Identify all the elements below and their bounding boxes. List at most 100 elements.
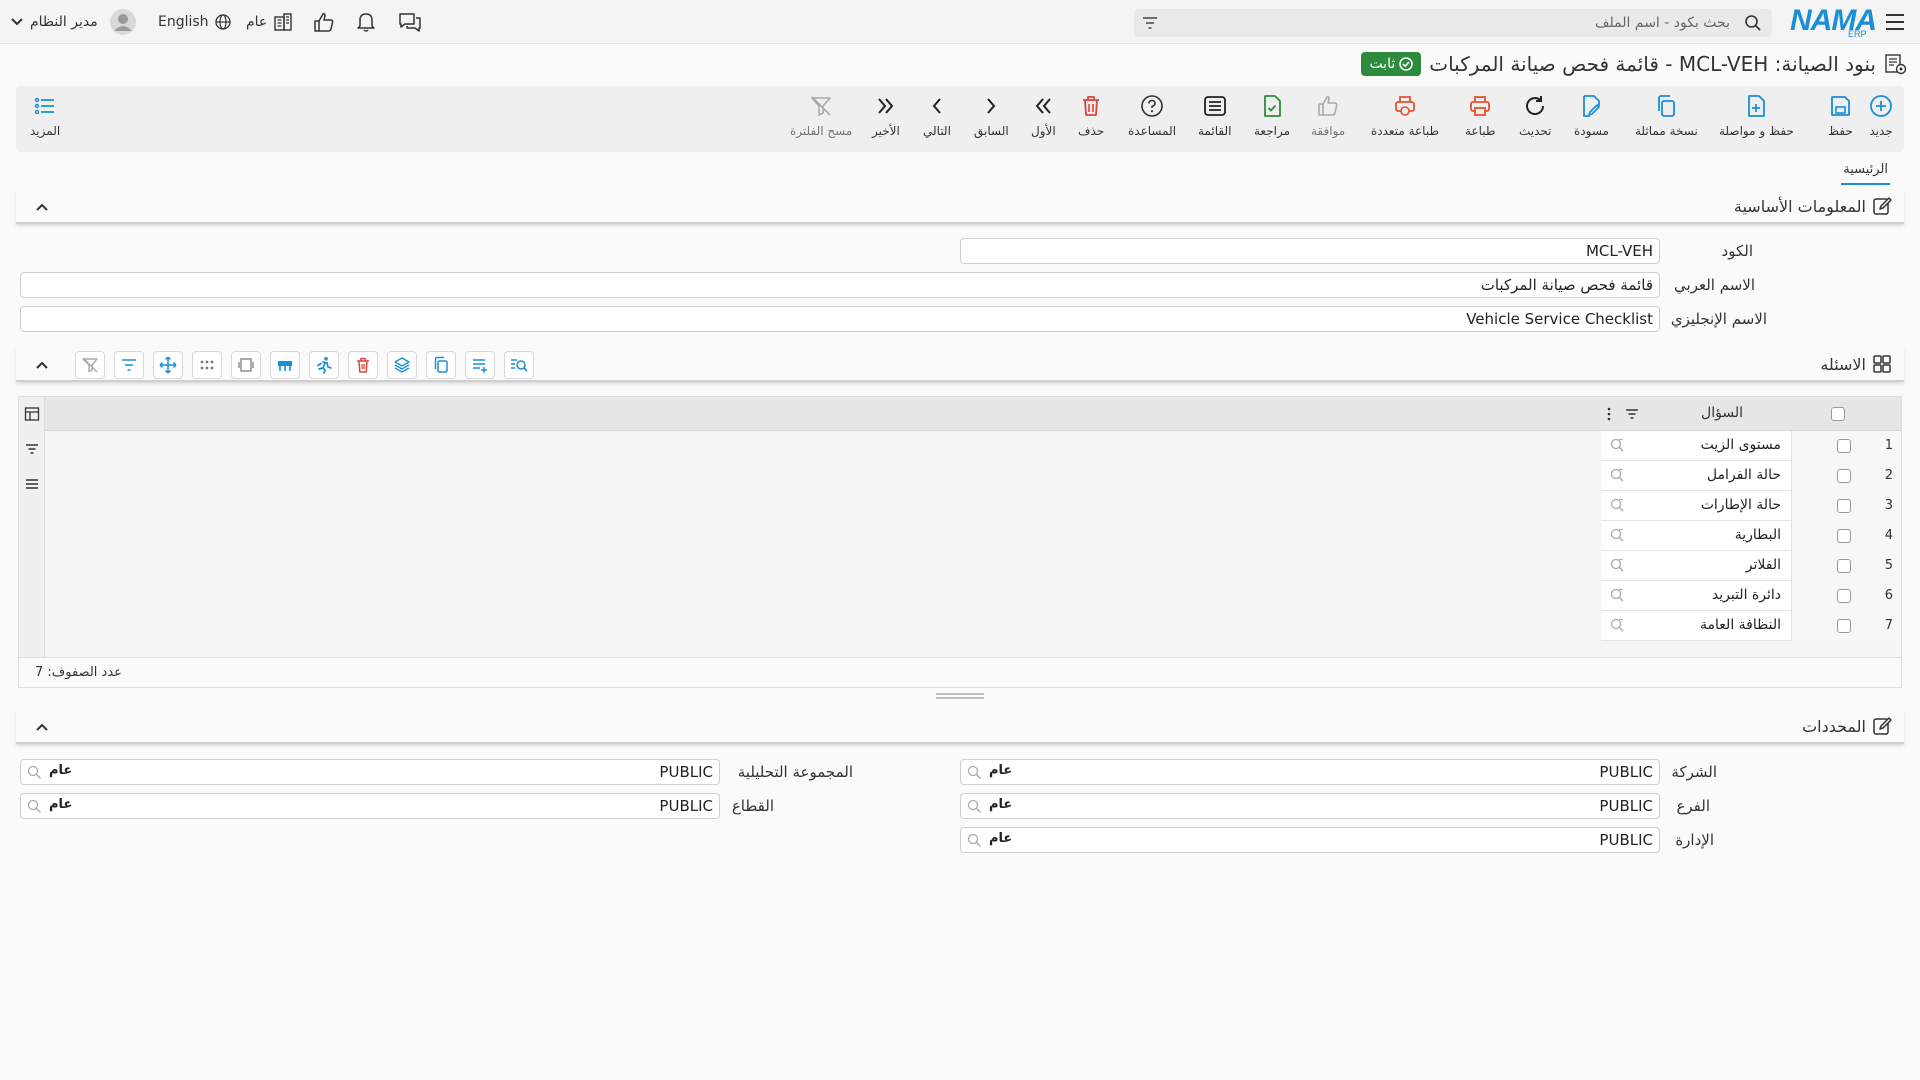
chevron-up-icon[interactable] xyxy=(34,199,50,215)
sector-tag: عام xyxy=(49,797,73,812)
row-checkbox[interactable] xyxy=(1837,589,1851,603)
filter-icon[interactable] xyxy=(24,441,40,457)
search-icon[interactable] xyxy=(1609,497,1625,513)
messages-button[interactable] xyxy=(398,0,422,44)
analysis-group-field[interactable]: عام PUBLIC xyxy=(20,759,720,785)
question-cell[interactable]: البطارية xyxy=(1735,527,1781,543)
search-icon[interactable] xyxy=(967,833,982,848)
duplicate-button[interactable]: نسخة مماثلة xyxy=(1635,94,1698,146)
language-switch[interactable]: English xyxy=(158,0,231,44)
table-row[interactable]: 1 مستوى الزيت xyxy=(1601,431,1901,461)
grid-run-button[interactable] xyxy=(309,351,339,379)
grid-columns-button[interactable] xyxy=(231,351,261,379)
search-icon[interactable] xyxy=(1609,437,1625,453)
row-checkbox[interactable] xyxy=(1837,499,1851,513)
department-field[interactable]: عام PUBLIC xyxy=(960,827,1660,853)
row-checkbox[interactable] xyxy=(1837,619,1851,633)
like-button[interactable] xyxy=(313,0,335,44)
next-record-button[interactable]: التالي xyxy=(923,94,951,146)
grid-move-button[interactable] xyxy=(153,351,183,379)
resize-handle-icon[interactable] xyxy=(936,692,984,700)
sector-field[interactable]: عام PUBLIC xyxy=(20,793,720,819)
filter-icon[interactable] xyxy=(1142,15,1158,31)
search-icon[interactable] xyxy=(1609,467,1625,483)
refresh-button[interactable]: تحديث xyxy=(1519,94,1552,146)
menu-lines-icon[interactable] xyxy=(24,476,40,492)
grid-dots-button[interactable] xyxy=(192,351,222,379)
row-checkbox[interactable] xyxy=(1837,469,1851,483)
grid-delete-button[interactable] xyxy=(348,351,378,379)
code-field[interactable]: MCL-VEH xyxy=(960,238,1660,264)
grid-layers-button[interactable] xyxy=(387,351,417,379)
question-cell[interactable]: النظافة العامة xyxy=(1700,617,1781,633)
column-filter-icon[interactable] xyxy=(1625,407,1639,421)
previous-record-button[interactable]: السابق xyxy=(974,94,1009,146)
search-icon[interactable] xyxy=(1609,557,1625,573)
edit-square-icon xyxy=(1873,717,1892,735)
last-record-button[interactable]: الأخير xyxy=(872,94,900,146)
question-cell[interactable]: مستوى الزيت xyxy=(1701,437,1781,453)
table-row[interactable]: 4 البطارية xyxy=(1601,521,1901,551)
column-menu-icon[interactable] xyxy=(1606,407,1612,421)
review-button[interactable]: مراجعة xyxy=(1254,94,1290,146)
nama-logo[interactable]: NAMA ERP xyxy=(1790,4,1877,40)
row-checkbox[interactable] xyxy=(1837,439,1851,453)
hamburger-menu-icon[interactable] xyxy=(1885,13,1905,31)
row-checkbox[interactable] xyxy=(1837,529,1851,543)
save-button[interactable]: حفظ xyxy=(1828,94,1853,146)
table-row[interactable]: 6 دائرة التبريد xyxy=(1601,581,1901,611)
question-cell[interactable]: حالة الفرامل xyxy=(1707,467,1781,483)
draft-button[interactable]: مسودة xyxy=(1574,94,1609,146)
search-input[interactable] xyxy=(1170,12,1730,34)
table-row[interactable]: 5 الفلاتر xyxy=(1601,551,1901,581)
table-row[interactable]: 7 النظافة العامة xyxy=(1601,611,1901,641)
review-label: مراجعة xyxy=(1254,124,1291,138)
list-button[interactable]: القائمة xyxy=(1198,94,1231,146)
more-button[interactable]: المزيد xyxy=(30,94,60,146)
first-record-button[interactable]: الأول xyxy=(1031,94,1056,146)
notifications-button[interactable] xyxy=(356,0,376,44)
table-row[interactable]: 2 حالة الفرامل xyxy=(1601,461,1901,491)
tab-main[interactable]: الرئيسية xyxy=(1841,160,1890,185)
search-icon[interactable] xyxy=(1609,527,1625,543)
chevron-up-icon[interactable] xyxy=(34,357,50,373)
delete-button[interactable]: حذف xyxy=(1078,94,1104,146)
scope-switch[interactable]: عام xyxy=(246,0,293,44)
grid-table-button[interactable] xyxy=(270,351,300,379)
help-button[interactable]: المساعدة xyxy=(1128,94,1176,146)
search-icon[interactable] xyxy=(27,765,42,780)
save-continue-button[interactable]: حفظ و مواصلة xyxy=(1719,94,1794,146)
grid-add-rows-button[interactable] xyxy=(465,351,495,379)
table-layout-icon[interactable] xyxy=(24,406,40,422)
sector-label: القطاع xyxy=(731,797,774,815)
approve-button[interactable]: موافقة xyxy=(1311,94,1345,146)
arabic-name-field[interactable]: قائمة فحص صيانة المركبات xyxy=(20,272,1660,298)
print-button[interactable]: طباعة xyxy=(1465,94,1495,146)
search-icon[interactable] xyxy=(1609,617,1625,633)
grid-clear-filter-button[interactable] xyxy=(75,351,105,379)
multi-print-button[interactable]: طباعة متعددة xyxy=(1371,94,1439,146)
grid-filter-button[interactable] xyxy=(114,351,144,379)
question-cell[interactable]: حالة الإطارات xyxy=(1701,497,1781,513)
search-icon[interactable] xyxy=(1609,587,1625,603)
table-row[interactable]: 3 حالة الإطارات xyxy=(1601,491,1901,521)
search-icon[interactable] xyxy=(967,765,982,780)
running-person-icon xyxy=(317,357,332,374)
grid-search-button[interactable] xyxy=(504,351,534,379)
dimensions-header[interactable]: المحددات xyxy=(16,710,1904,744)
search-icon[interactable] xyxy=(967,799,982,814)
english-name-field[interactable]: Vehicle Service Checklist xyxy=(20,306,1660,332)
basic-info-header[interactable]: المعلومات الأساسية xyxy=(16,190,1904,224)
new-button[interactable]: جديد xyxy=(1869,94,1893,146)
chevron-up-icon[interactable] xyxy=(34,719,50,735)
grid-copy-button[interactable] xyxy=(426,351,456,379)
user-menu[interactable]: مدير النظام xyxy=(10,0,136,44)
company-field[interactable]: عام PUBLIC xyxy=(960,759,1660,785)
question-cell[interactable]: دائرة التبريد xyxy=(1712,587,1781,603)
clear-filter-button[interactable]: مسح الفلترة xyxy=(790,94,852,146)
branch-field[interactable]: عام PUBLIC xyxy=(960,793,1660,819)
select-all-checkbox[interactable] xyxy=(1831,407,1845,421)
question-cell[interactable]: الفلاتر xyxy=(1746,557,1781,573)
search-icon[interactable] xyxy=(27,799,42,814)
row-checkbox[interactable] xyxy=(1837,559,1851,573)
